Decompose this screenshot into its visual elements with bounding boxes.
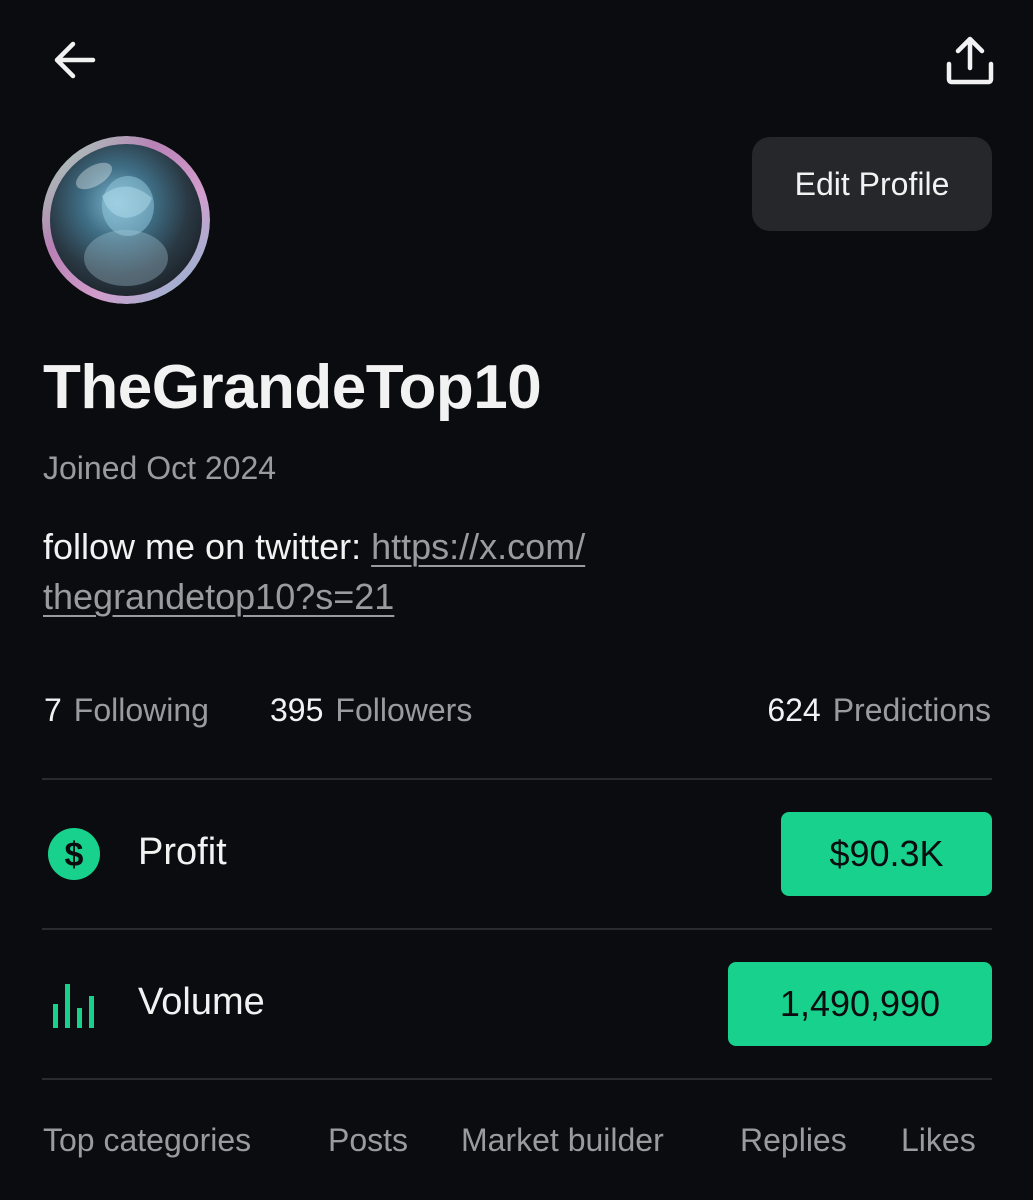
share-upload-icon: [944, 34, 996, 91]
following-stat[interactable]: 7 Following: [44, 692, 209, 729]
dollar-circle-icon: $: [46, 826, 102, 882]
joined-date: Joined Oct 2024: [43, 450, 277, 486]
bio-text: follow me on twitter:: [43, 526, 372, 567]
tab-likes[interactable]: Likes: [901, 1122, 976, 1159]
divider: [42, 1078, 992, 1080]
predictions-count: 624: [767, 692, 821, 728]
divider: [42, 928, 992, 930]
followers-count: 395: [270, 692, 324, 728]
following-count: 7: [44, 692, 62, 728]
profit-value: $90.3K: [781, 812, 992, 896]
bio-link-line2: thegrandetop10?s=21: [43, 576, 395, 617]
predictions-label: Predictions: [832, 692, 991, 728]
profit-label: Profit: [138, 831, 227, 873]
volume-value: 1,490,990: [728, 962, 992, 1046]
divider: [42, 778, 992, 780]
arrow-left-icon: [51, 40, 97, 85]
tab-replies[interactable]: Replies: [740, 1122, 847, 1159]
following-label: Following: [73, 692, 209, 728]
avatar[interactable]: [42, 136, 210, 304]
volume-label: Volume: [138, 981, 265, 1023]
back-button[interactable]: [44, 34, 104, 90]
predictions-stat[interactable]: 624 Predictions: [767, 692, 991, 729]
followers-stat[interactable]: 395 Followers: [270, 692, 472, 729]
svg-text:$: $: [65, 836, 84, 874]
tab-market-builder[interactable]: Market builder: [461, 1122, 664, 1159]
edit-profile-button[interactable]: Edit Profile: [752, 137, 992, 231]
bio-link-line1: https://x.com/: [371, 526, 586, 567]
bar-chart-icon: [46, 976, 102, 1032]
followers-label: Followers: [335, 692, 473, 728]
bio: follow me on twitter: https://x.com/theg…: [43, 522, 763, 622]
username: TheGrandeTop10: [43, 353, 542, 422]
share-button[interactable]: [938, 30, 1002, 94]
tab-top-categories[interactable]: Top categories: [43, 1122, 251, 1159]
tab-posts[interactable]: Posts: [328, 1122, 408, 1159]
